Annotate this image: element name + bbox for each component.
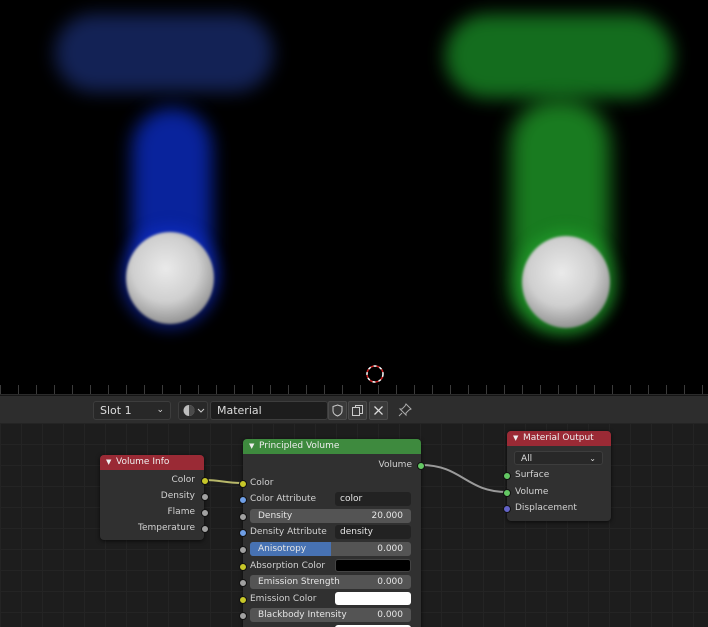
volume-info-node[interactable]: ▼ Volume Info Color Density Flame Temper… bbox=[100, 455, 209, 540]
slot-dropdown[interactable]: Slot 1 ⌄ bbox=[93, 401, 171, 420]
volume-info-title: Volume Info bbox=[116, 457, 170, 467]
socket-volume-out[interactable] bbox=[417, 462, 425, 470]
blue-volume-bar bbox=[55, 14, 273, 92]
input-label-surface: Surface bbox=[515, 470, 550, 480]
input-label-emission-color: Emission Color bbox=[250, 594, 317, 604]
green-volume-bar bbox=[445, 14, 673, 98]
socket-displacement-in[interactable] bbox=[503, 505, 511, 513]
socket-color-attribute-in[interactable] bbox=[239, 496, 247, 504]
blackbody-intensity-value: 0.000 bbox=[377, 610, 403, 620]
output-label-density: Density bbox=[160, 491, 195, 501]
density-value: 20.000 bbox=[371, 511, 404, 521]
shield-icon bbox=[332, 404, 343, 417]
socket-temperature-out[interactable] bbox=[201, 525, 209, 533]
emission-color-swatch[interactable] bbox=[335, 592, 411, 605]
material-browse-button[interactable] bbox=[178, 401, 208, 420]
pin-icon[interactable] bbox=[396, 401, 414, 419]
render-target-dropdown[interactable]: All ⌄ bbox=[514, 451, 603, 465]
node-editor-canvas[interactable]: ▼ Volume Info Color Density Flame Temper… bbox=[0, 423, 708, 627]
principled-volume-title: Principled Volume bbox=[259, 441, 340, 451]
color-attribute-field[interactable]: color bbox=[335, 492, 411, 506]
socket-surface-in[interactable] bbox=[503, 472, 511, 480]
3d-cursor-icon[interactable] bbox=[366, 365, 384, 383]
input-label-density-attribute: Density Attribute bbox=[250, 527, 327, 537]
socket-density-attribute-in[interactable] bbox=[239, 529, 247, 537]
socket-flame-out[interactable] bbox=[201, 509, 209, 517]
node-editor-header: Slot 1 ⌄ Material bbox=[0, 395, 708, 424]
density-attribute-value: density bbox=[340, 527, 373, 537]
new-material-button[interactable] bbox=[348, 401, 367, 420]
output-label-temperature: Temperature bbox=[137, 523, 195, 533]
slot-label: Slot 1 bbox=[100, 404, 132, 417]
socket-volume-in[interactable] bbox=[503, 489, 511, 497]
absorption-color-swatch[interactable] bbox=[335, 559, 411, 572]
socket-density-in[interactable] bbox=[239, 513, 247, 521]
socket-anisotropy-in[interactable] bbox=[239, 546, 247, 554]
sphere-icon bbox=[183, 405, 205, 416]
material-output-title: Material Output bbox=[523, 433, 594, 443]
3d-viewport[interactable] bbox=[0, 0, 708, 395]
principled-volume-node[interactable]: ▼ Principled Volume Volume Color Color A… bbox=[239, 439, 425, 627]
socket-color-out[interactable] bbox=[201, 477, 209, 485]
link-volume-to-volume bbox=[420, 464, 508, 493]
density-label: Density bbox=[258, 511, 293, 521]
color-attribute-value: color bbox=[340, 494, 363, 504]
socket-blackbody-intensity-in[interactable] bbox=[239, 612, 247, 620]
principled-volume-header[interactable]: ▼ Principled Volume bbox=[243, 439, 421, 454]
render-target-value: All bbox=[521, 454, 533, 464]
fake-user-button[interactable] bbox=[328, 401, 347, 420]
blackbody-intensity-field[interactable]: Blackbody Intensity 0.000 bbox=[250, 608, 411, 622]
chevron-down-icon: ⌄ bbox=[156, 405, 164, 415]
copy-icon bbox=[352, 405, 363, 416]
material-output-node[interactable]: ▼ Material Output All ⌄ Surface Volume D… bbox=[503, 431, 611, 521]
input-label-absorption-color: Absorption Color bbox=[250, 561, 326, 571]
anisotropy-slider[interactable]: Anisotropy 0.000 bbox=[250, 542, 411, 556]
socket-emission-strength-in[interactable] bbox=[239, 579, 247, 587]
emission-strength-field[interactable]: Emission Strength 0.000 bbox=[250, 575, 411, 589]
unlink-material-button[interactable] bbox=[369, 401, 388, 420]
output-label-volume: Volume bbox=[378, 460, 412, 470]
collapse-triangle-icon[interactable]: ▼ bbox=[249, 439, 254, 454]
socket-color-in[interactable] bbox=[239, 480, 247, 488]
anisotropy-label: Anisotropy bbox=[258, 544, 307, 554]
socket-absorption-color-in[interactable] bbox=[239, 563, 247, 571]
link-color-to-color bbox=[203, 479, 243, 484]
blue-sphere bbox=[126, 232, 214, 324]
density-attribute-field[interactable]: density bbox=[335, 525, 411, 539]
chevron-down-icon: ⌄ bbox=[589, 454, 596, 463]
emission-strength-label: Emission Strength bbox=[258, 577, 340, 587]
material-name-field[interactable]: Material bbox=[210, 401, 328, 420]
material-output-header[interactable]: ▼ Material Output bbox=[507, 431, 611, 446]
volume-info-header[interactable]: ▼ Volume Info bbox=[100, 455, 204, 470]
density-field[interactable]: Density 20.000 bbox=[250, 509, 411, 523]
socket-emission-color-in[interactable] bbox=[239, 596, 247, 604]
input-label-color: Color bbox=[250, 478, 274, 488]
output-label-flame: Flame bbox=[167, 507, 196, 517]
input-label-displacement: Displacement bbox=[515, 503, 577, 513]
emission-strength-value: 0.000 bbox=[377, 577, 403, 587]
anisotropy-value: 0.000 bbox=[377, 544, 403, 554]
output-label-color: Color bbox=[171, 475, 196, 485]
socket-density-out[interactable] bbox=[201, 493, 209, 501]
blackbody-intensity-label: Blackbody Intensity bbox=[258, 610, 347, 620]
collapse-triangle-icon[interactable]: ▼ bbox=[513, 431, 518, 446]
material-name: Material bbox=[217, 404, 262, 417]
input-label-volume: Volume bbox=[515, 487, 549, 497]
close-icon bbox=[374, 406, 383, 415]
green-sphere bbox=[522, 236, 610, 328]
collapse-triangle-icon[interactable]: ▼ bbox=[106, 455, 111, 470]
input-label-color-attribute: Color Attribute bbox=[250, 494, 317, 504]
